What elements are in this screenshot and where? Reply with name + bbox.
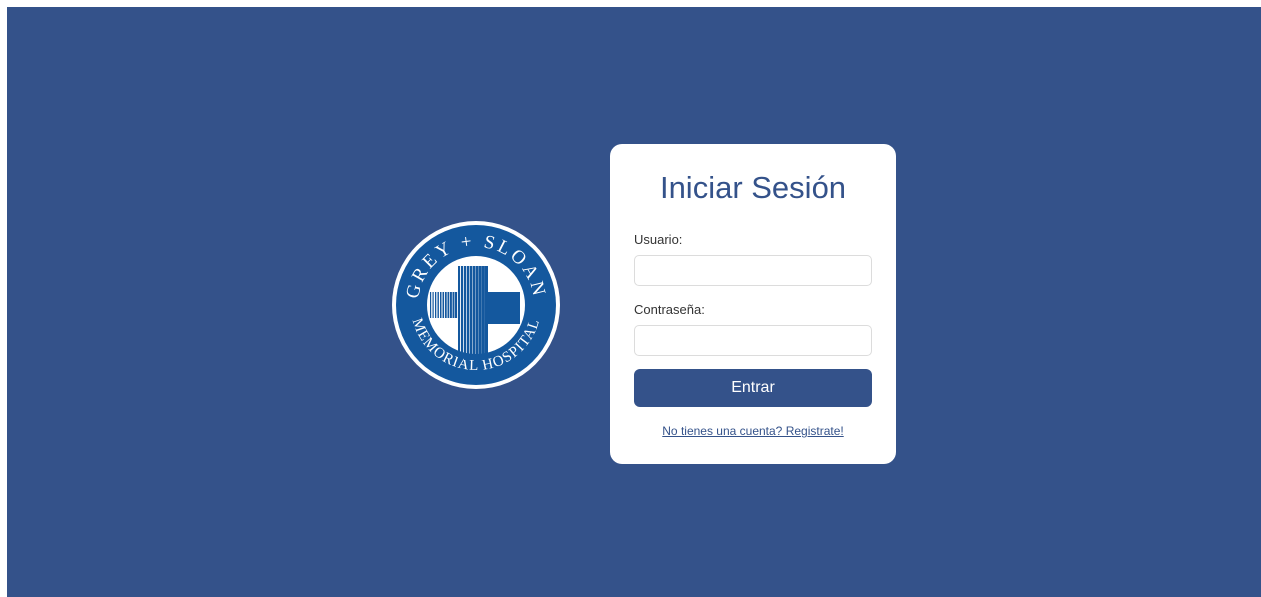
register-link[interactable]: No tienes una cuenta? Registrate!	[634, 424, 872, 438]
username-input[interactable]	[634, 255, 872, 286]
submit-button[interactable]: Entrar	[634, 369, 872, 407]
grey-sloan-seal-icon: GREY + SLOAN MEMORIAL HOSPITAL	[392, 221, 560, 389]
hospital-logo: GREY + SLOAN MEMORIAL HOSPITAL	[391, 220, 561, 390]
username-label: Usuario:	[634, 232, 683, 247]
page-title: Iniciar Sesión	[659, 170, 847, 205]
password-input[interactable]	[634, 325, 872, 356]
page-background: GREY + SLOAN MEMORIAL HOSPITAL Iniciar S…	[7, 7, 1261, 597]
password-label: Contraseña:	[634, 302, 705, 317]
login-card: Iniciar Sesión Usuario: Contraseña: Entr…	[610, 144, 896, 464]
